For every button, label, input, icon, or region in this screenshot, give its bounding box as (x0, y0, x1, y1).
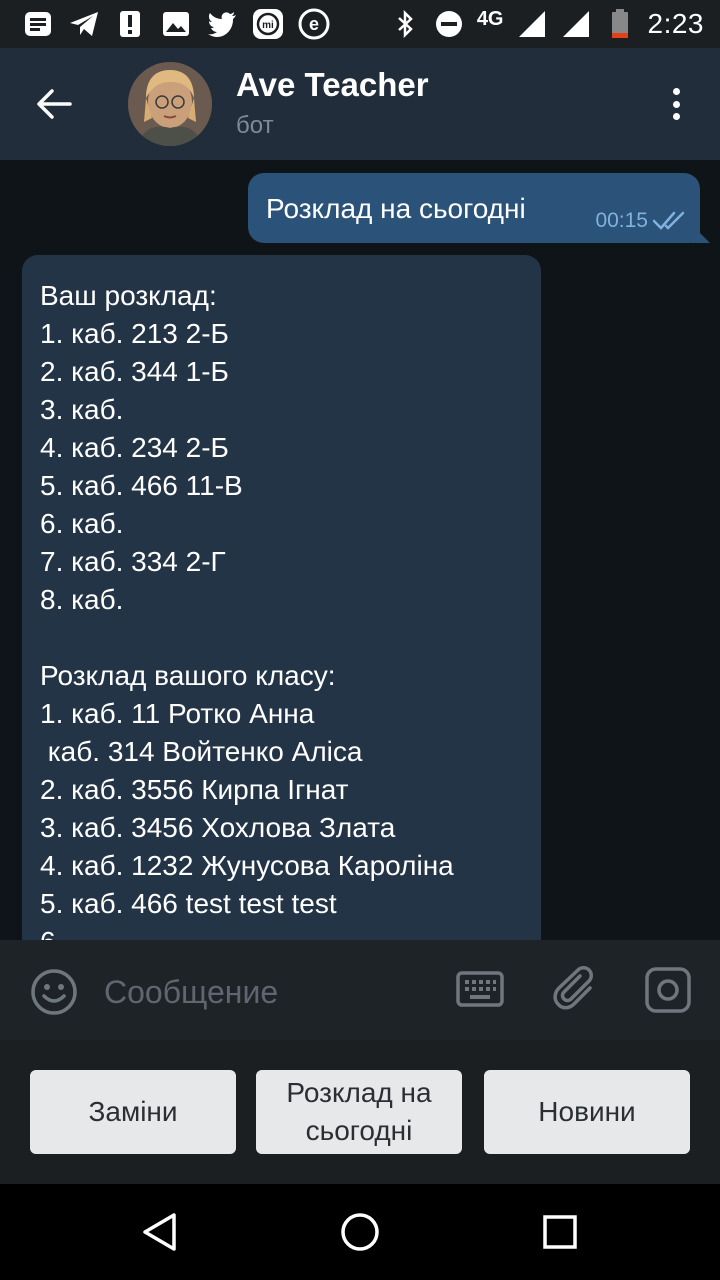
square-recents-icon (543, 1215, 577, 1249)
svg-text:mi: mi (262, 20, 274, 31)
edge-icon: e (298, 8, 330, 40)
arrow-left-icon (37, 89, 72, 119)
message-line: Ваш розклад: (40, 280, 217, 311)
twitter-icon (206, 8, 238, 40)
emoji-button[interactable] (30, 968, 78, 1016)
message-line: 6. (40, 923, 454, 940)
signal-icon (516, 8, 548, 40)
dnd-icon (433, 8, 465, 40)
message-line: 3. каб. 3456 Хохлова Злата (40, 812, 396, 843)
reply-button-zaminy[interactable]: Заміни (30, 1070, 236, 1154)
message-line: 1. каб. 213 2-Б (40, 318, 229, 349)
outgoing-message[interactable]: Розклад на сьогодні 00:15 (248, 173, 710, 243)
network-type: 4G (476, 7, 504, 30)
camera-icon (645, 967, 691, 1013)
message-line (40, 619, 454, 657)
message-line: 4. каб. 234 2-Б (40, 432, 229, 463)
camera-button[interactable] (644, 966, 692, 1014)
keyboard-icon (456, 971, 504, 1007)
bot-keyboard-button[interactable] (456, 970, 504, 1010)
chat-header: Ave Teacher бот (0, 48, 720, 160)
double-check-icon (652, 211, 685, 230)
notes-icon (22, 8, 54, 40)
triangle-back-icon (143, 1213, 176, 1251)
message-line: Розклад вашого класу: (40, 660, 336, 691)
dot-icon (672, 88, 680, 95)
system-indicators: 4G 2:23 (389, 6, 704, 42)
incoming-message[interactable]: Ваш розклад: 1. каб. 213 2-Б 2. каб. 344 1… (22, 255, 541, 940)
message-line: 2. каб. 344 1-Б (40, 356, 229, 387)
dot-icon (672, 100, 680, 108)
dot-icon (672, 113, 680, 120)
paperclip-icon (553, 966, 593, 1010)
reply-keyboard: Заміни Розклад на сьогодні Новини (0, 1040, 720, 1184)
message-input[interactable] (104, 970, 424, 1014)
message-time: 00:15 (595, 209, 648, 232)
composer (0, 940, 720, 1040)
message-line: 5. каб. 466 test test test (40, 888, 337, 919)
nav-back-button[interactable] (138, 1210, 182, 1254)
smiley-icon (31, 969, 77, 1015)
battery-icon (604, 8, 636, 40)
circle-home-icon (341, 1213, 379, 1251)
message-line: 4. каб. 1232 Жунусова Кароліна (40, 850, 454, 881)
telegram-icon (68, 8, 100, 40)
chat-subtitle: бот (236, 112, 274, 139)
signal-icon (560, 8, 592, 40)
bluetooth-icon (389, 8, 421, 40)
status-bar: mi e 4G 2:23 (0, 0, 720, 48)
bubble-tail (696, 229, 710, 243)
message-line: 5. каб. 466 11-В (40, 470, 243, 501)
more-menu-button[interactable] (660, 82, 692, 126)
message-line: 2. каб. 3556 Кирпа Ігнат (40, 774, 349, 805)
message-text: Розклад на сьогодні (266, 193, 526, 224)
clock: 2:23 (647, 8, 704, 39)
image-icon (160, 8, 192, 40)
message-line: 7. каб. 334 2-Г (40, 546, 226, 577)
mi-icon: mi (252, 8, 284, 40)
message-list[interactable]: Розклад на сьогодні 00:15 Ваш розклад: 1.… (0, 160, 720, 940)
nav-recents-button[interactable] (538, 1210, 582, 1254)
message-line: 3. каб. (40, 394, 124, 425)
svg-text:e: e (309, 14, 319, 34)
notification-icons: mi e (22, 6, 330, 42)
message-line: каб. 314 Войтенко Аліса (40, 736, 363, 767)
navigation-bar (0, 1184, 720, 1280)
back-button[interactable] (26, 76, 82, 132)
nav-home-button[interactable] (338, 1210, 382, 1254)
message-line: 1. каб. 11 Ротко Анна (40, 698, 315, 729)
alert-icon (114, 8, 146, 40)
reply-button-schedule-today[interactable]: Розклад на сьогодні (256, 1070, 462, 1154)
chat-title[interactable]: Ave Teacher (236, 66, 429, 104)
reply-button-news[interactable]: Новини (484, 1070, 690, 1154)
avatar[interactable] (128, 62, 212, 146)
message-text: Ваш розклад: 1. каб. 213 2-Б 2. каб. 344 1… (40, 277, 454, 940)
message-line: 8. каб. (40, 584, 124, 615)
message-line: 6. каб. (40, 508, 124, 539)
attach-button[interactable] (552, 966, 600, 1014)
